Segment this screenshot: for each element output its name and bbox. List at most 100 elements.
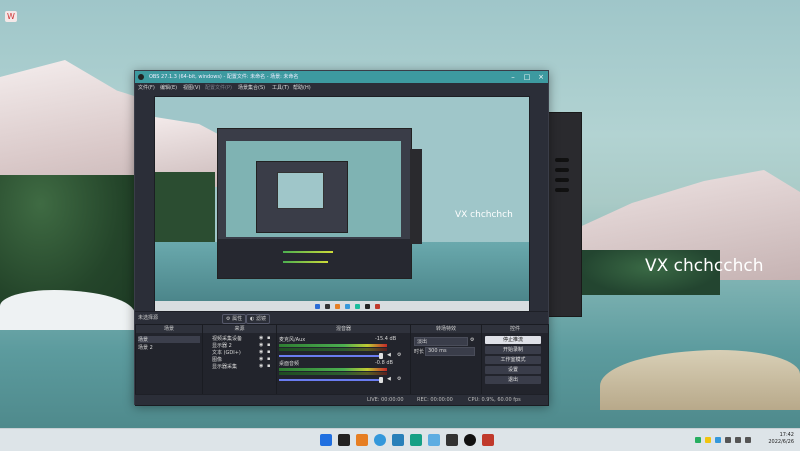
mute-speaker-icon[interactable]: ◀ (387, 376, 393, 382)
visibility-eye-icon[interactable]: ◉ (259, 335, 265, 341)
volume-slider-handle[interactable] (379, 377, 383, 383)
source-item[interactable]: 显示器 2 (212, 342, 232, 349)
channel-settings-icon[interactable]: ⚙ (397, 352, 403, 358)
mute-speaker-icon[interactable]: ◀ (387, 352, 393, 358)
battery-icon[interactable] (745, 437, 751, 443)
blue-app-icon[interactable] (374, 434, 386, 446)
preview-taskbar-icon (325, 304, 330, 309)
source-item[interactable]: 图像 (212, 356, 222, 363)
duration-value: 300 ms (428, 348, 447, 354)
live-timer: LIVE: 00:00:00 (367, 397, 404, 403)
lock-icon[interactable]: ▪ (267, 356, 273, 362)
obs-logo-icon (138, 74, 144, 80)
clock-date: 2022/6/26 (768, 439, 794, 445)
nested-meter (283, 261, 328, 263)
wechat-icon[interactable] (695, 437, 701, 443)
visibility-eye-icon[interactable]: ◉ (259, 363, 265, 369)
nested-preview (226, 141, 401, 237)
filters-button[interactable]: ◐ 滤镜 (246, 314, 270, 324)
stop-streaming-button[interactable]: 停止推流 (485, 336, 541, 344)
cpu-fps: CPU: 0.9%, 60.00 fps (468, 397, 521, 403)
tray-app-icon[interactable] (705, 437, 711, 443)
start-recording-button[interactable]: 开始录制 (485, 346, 541, 354)
volume-meter (279, 344, 387, 347)
terminal-icon[interactable] (446, 434, 458, 446)
visibility-eye-icon[interactable]: ◉ (259, 356, 265, 362)
transition-select[interactable]: 淡出 (414, 337, 468, 346)
controls-header: 控件 (482, 325, 548, 333)
source-item[interactable]: 文本 (GDI+) (212, 349, 241, 356)
channel-db: -0.8 dB (375, 360, 393, 366)
system-clock[interactable]: 17:42 2022/6/26 (768, 432, 794, 446)
minimize-icon[interactable]: – (506, 71, 520, 83)
watermark-text: VX chchcchch (645, 256, 764, 276)
preview-taskbar-icon (365, 304, 370, 309)
nested-obs-capture (217, 128, 412, 279)
scene-item[interactable]: 场景 (138, 336, 200, 343)
obs-window[interactable]: OBS 27.1.3 (64-bit, windows) - 配置文件: 未命名… (134, 70, 549, 406)
transition-settings-icon[interactable]: ⚙ (470, 337, 476, 343)
lock-icon[interactable]: ▪ (267, 363, 273, 369)
duration-spinbox[interactable]: 300 ms (425, 347, 475, 356)
s-app-icon[interactable] (392, 434, 404, 446)
preview-taskbar-icon (375, 304, 380, 309)
desktop-app-icon[interactable]: W (5, 11, 17, 22)
sources-header: 来源 (203, 325, 276, 333)
visibility-eye-icon[interactable]: ◉ (259, 349, 265, 355)
lock-icon[interactable]: ▪ (267, 342, 273, 348)
nested-preview-2 (277, 172, 324, 209)
window-title: OBS 27.1.3 (64-bit, windows) - 配置文件: 未命名… (149, 74, 299, 80)
nested-docks (218, 239, 411, 278)
menu-edit[interactable]: 编辑(E) (160, 84, 177, 91)
transition-select-value: 淡出 (417, 339, 428, 345)
settings-button[interactable]: 设置 (485, 366, 541, 374)
obs-icon[interactable] (464, 434, 476, 446)
preview-side-panel (410, 149, 422, 244)
source-item[interactable]: 视频采集设备 (212, 335, 242, 342)
source-item[interactable]: 显示器采集 (212, 363, 237, 370)
scene-item[interactable]: 场景 2 (138, 344, 153, 351)
exit-button[interactable]: 退出 (485, 376, 541, 384)
preview-taskbar-icon (335, 304, 340, 309)
menu-profile[interactable]: 配置文件(P) (205, 84, 232, 91)
menu-file[interactable]: 文件(F) (138, 84, 155, 91)
volume-icon[interactable] (735, 437, 741, 443)
menu-help[interactable]: 帮助(H) (293, 84, 311, 91)
close-icon[interactable]: × (534, 71, 548, 83)
status-bar: LIVE: 00:00:00 REC: 00:00:00 CPU: 0.9%, … (135, 394, 548, 405)
tray-app-icon[interactable] (715, 437, 721, 443)
window-titlebar[interactable]: OBS 27.1.3 (64-bit, windows) - 配置文件: 未命名… (135, 71, 548, 83)
g-app-icon[interactable] (338, 434, 350, 446)
menu-bar: 文件(F) 编辑(E) 视图(V) 配置文件(P) 场景集合(S) 工具(T) … (135, 83, 548, 93)
transitions-header: 转场特效 (411, 325, 481, 333)
preview-taskbar-icon (315, 304, 320, 309)
windows-icon[interactable] (320, 434, 332, 446)
wifi-icon[interactable] (725, 437, 731, 443)
rec-timer: REC: 00:00:00 (417, 397, 453, 403)
menu-scene-collection[interactable]: 场景集合(S) (238, 84, 265, 91)
green-app-icon[interactable] (410, 434, 422, 446)
properties-label: 属性 (232, 316, 243, 322)
no-source-label: 未选择源 (138, 315, 159, 321)
volume-slider[interactable] (279, 379, 379, 381)
visibility-eye-icon[interactable]: ◉ (259, 342, 265, 348)
lock-icon[interactable]: ▪ (267, 335, 273, 341)
panel-slot (555, 168, 569, 172)
red-app-icon[interactable] (482, 434, 494, 446)
volume-slider[interactable] (279, 355, 379, 357)
preview-canvas[interactable]: VX chchchch (154, 96, 530, 313)
channel-settings-icon[interactable]: ⚙ (397, 376, 403, 382)
properties-button[interactable]: ⚙ 属性 (222, 314, 247, 324)
menu-tools[interactable]: 工具(T) (272, 84, 289, 91)
studio-mode-button[interactable]: 工作室模式 (485, 356, 541, 364)
channel-name: 麦克风/Aux (279, 337, 306, 343)
side-device-panel (548, 112, 582, 317)
lock-icon[interactable]: ▪ (267, 349, 273, 355)
preview-forest (155, 172, 215, 242)
orange-app-icon[interactable] (356, 434, 368, 446)
cloud-icon[interactable] (428, 434, 440, 446)
menu-view[interactable]: 视图(V) (183, 84, 200, 91)
volume-meter (279, 372, 387, 375)
maximize-icon[interactable]: □ (520, 71, 534, 83)
volume-slider-handle[interactable] (379, 353, 383, 359)
